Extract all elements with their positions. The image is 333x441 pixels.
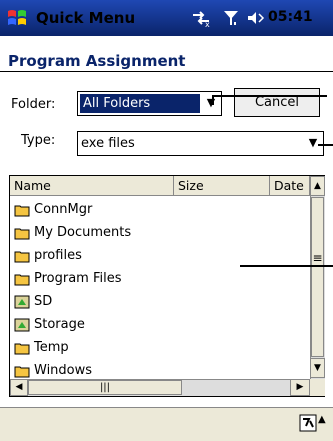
app-title: Quick Menu: [36, 9, 136, 27]
list-item[interactable]: My Documents: [14, 222, 131, 244]
scroll-corner: [310, 379, 325, 396]
column-header-size[interactable]: Size: [174, 176, 270, 196]
list-item-label: profiles: [34, 248, 82, 263]
folder-label: Folder:: [11, 97, 56, 112]
chevron-up-icon[interactable]: ▲: [318, 414, 326, 425]
horizontal-scroll-thumb[interactable]: |||: [28, 380, 182, 395]
list-item[interactable]: Program Files: [14, 268, 122, 290]
storage-card-icon: [14, 295, 30, 308]
type-label: Type:: [21, 133, 56, 148]
grip-icon: ≡: [312, 251, 323, 265]
folder-icon: [14, 366, 30, 377]
volume-icon[interactable]: [246, 9, 266, 27]
type-selected-value[interactable]: exe files: [81, 134, 135, 153]
clock[interactable]: 05:41: [268, 9, 313, 25]
scroll-down-icon[interactable]: ▼: [310, 358, 325, 378]
list-item-label: Program Files: [34, 271, 122, 286]
list-item[interactable]: SD: [14, 291, 52, 313]
signal-icon[interactable]: [222, 9, 240, 27]
column-header-name[interactable]: Name: [10, 176, 174, 196]
svg-text:x: x: [205, 20, 210, 27]
list-item-label: SD: [34, 294, 53, 309]
folder-selected-value[interactable]: All Folders: [80, 94, 200, 113]
folder-icon: [14, 343, 30, 354]
list-item[interactable]: Windows: [14, 360, 92, 379]
list-item[interactable]: profiles: [14, 245, 82, 267]
list-item-label: ConnMgr: [34, 202, 93, 217]
list-item-label: Storage: [34, 317, 85, 332]
folder-icon: [14, 205, 30, 216]
menu-bar: [0, 407, 333, 441]
column-header-date[interactable]: Date: [270, 176, 310, 196]
callout-line: [318, 144, 333, 146]
cancel-button[interactable]: Cancel: [234, 88, 320, 117]
scroll-left-icon[interactable]: ◀: [10, 379, 28, 396]
sync-icon[interactable]: x: [190, 9, 212, 27]
chevron-down-icon[interactable]: ▼: [304, 132, 322, 154]
windows-start-icon[interactable]: [6, 7, 28, 29]
list-item-label: Windows: [34, 363, 93, 378]
list-item[interactable]: Storage: [14, 314, 85, 336]
callout-line: [212, 95, 327, 97]
vertical-scroll-thumb[interactable]: [311, 197, 324, 357]
folder-icon: [14, 274, 30, 285]
list-item[interactable]: ConnMgr: [14, 199, 92, 221]
scroll-up-icon[interactable]: ▲: [310, 176, 325, 196]
folder-icon: [14, 251, 30, 262]
list-item[interactable]: Temp: [14, 337, 69, 359]
divider: [0, 71, 333, 72]
folder-icon: [14, 228, 30, 239]
list-item-label: Temp: [34, 340, 69, 355]
keyboard-icon[interactable]: [299, 414, 317, 432]
storage-card-icon: [14, 318, 30, 331]
scroll-right-icon[interactable]: ▶: [290, 379, 310, 396]
page-title: Program Assignment: [8, 52, 186, 70]
list-item-label: My Documents: [34, 225, 132, 240]
callout-line: [240, 265, 333, 267]
